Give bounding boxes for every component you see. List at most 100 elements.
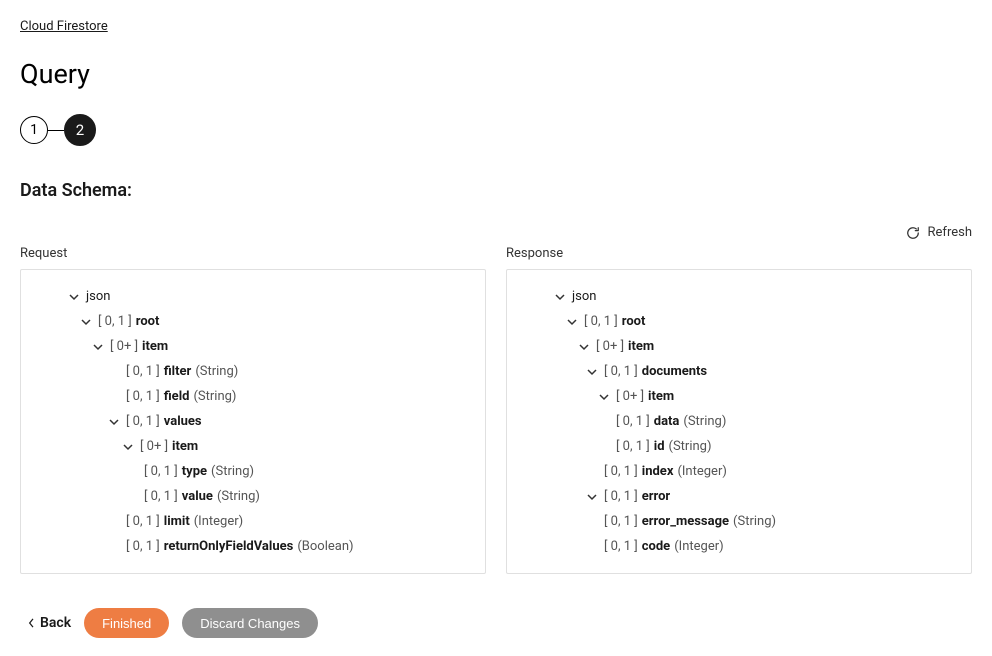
node-cardinality: [ 0, 1 ] [604,515,638,528]
step-1[interactable]: 1 [20,116,48,144]
node-name: value [182,490,213,503]
footer: Back Finished Discard Changes [20,608,972,638]
chevron-down-icon [553,290,567,304]
chevron-down-icon [565,315,579,329]
chevron-down-icon [91,340,105,354]
tree-node-index[interactable]: [ 0, 1 ] index (Integer) [517,459,961,484]
node-name: data [654,415,680,428]
node-cardinality: [ 0+ ] [140,440,168,453]
node-cardinality: [ 0, 1 ] [604,365,638,378]
back-button[interactable]: Back [20,615,71,631]
tree-node-root[interactable]: [ 0, 1 ] root [517,309,961,334]
node-cardinality: [ 0, 1 ] [126,540,160,553]
node-cardinality: [ 0, 1 ] [144,490,178,503]
node-cardinality: [ 0, 1 ] [126,515,160,528]
step-2[interactable]: 2 [64,114,96,146]
tree-node-value[interactable]: [ 0, 1 ] value (String) [31,484,475,509]
node-name: error [642,490,670,503]
node-label: json [572,290,596,303]
node-type: (String) [683,415,726,428]
node-type: (String) [211,465,254,478]
step-connector [48,130,64,131]
node-cardinality: [ 0, 1 ] [144,465,178,478]
node-name: type [182,465,207,478]
tree-node-returnonly[interactable]: [ 0, 1 ] returnOnlyFieldValues (Boolean) [31,534,475,559]
section-heading: Data Schema: [20,180,972,201]
node-cardinality: [ 0, 1 ] [126,390,160,403]
response-panel: json [ 0, 1 ] root [ 0+ ] item [ 0, 1 ] … [506,269,972,574]
tree-node-error-message[interactable]: [ 0, 1 ] error_message (String) [517,509,961,534]
node-name: item [172,440,198,453]
chevron-down-icon [67,290,81,304]
tree-node-field[interactable]: [ 0, 1 ] field (String) [31,384,475,409]
node-cardinality: [ 0, 1 ] [126,365,160,378]
tree-node-id[interactable]: [ 0, 1 ] id (String) [517,434,961,459]
node-name: id [654,440,665,453]
node-name: error_message [642,515,729,528]
node-cardinality: [ 0, 1 ] [604,490,638,503]
node-name: root [622,315,646,328]
node-type: (String) [733,515,776,528]
node-name: field [164,390,190,403]
request-tree: json [ 0, 1 ] root [ 0+ ] item [ 0, 1 ] … [31,284,475,559]
chevron-down-icon [585,365,599,379]
tree-node-json[interactable]: json [31,284,475,309]
response-column: Response json [ 0, 1 ] root [ 0+ ] item [506,246,972,574]
tree-node-documents[interactable]: [ 0, 1 ] documents [517,359,961,384]
node-cardinality: [ 0, 1 ] [98,315,132,328]
node-cardinality: [ 0, 1 ] [616,415,650,428]
tree-node-values-item[interactable]: [ 0+ ] item [31,434,475,459]
request-column: Request json [ 0, 1 ] root [ 0+ ] item [20,246,486,574]
node-cardinality: [ 0, 1 ] [584,315,618,328]
node-label: json [86,290,110,303]
node-name: index [642,465,674,478]
discard-button[interactable]: Discard Changes [182,608,318,638]
node-name: code [642,540,670,553]
chevron-left-icon [28,618,36,628]
page-title: Query [20,58,972,90]
node-cardinality: [ 0+ ] [110,340,138,353]
node-name: returnOnlyFieldValues [164,540,294,553]
refresh-label: Refresh [928,225,972,240]
node-name: filter [164,365,192,378]
node-type: (String) [193,390,236,403]
node-name: root [136,315,160,328]
node-name: limit [164,515,190,528]
node-type: (String) [195,365,238,378]
back-label: Back [40,615,71,631]
tree-node-item[interactable]: [ 0+ ] item [517,334,961,359]
finished-button[interactable]: Finished [84,608,169,638]
refresh-button[interactable]: Refresh [20,225,972,240]
tree-node-json[interactable]: json [517,284,961,309]
tree-node-limit[interactable]: [ 0, 1 ] limit (Integer) [31,509,475,534]
response-tree: json [ 0, 1 ] root [ 0+ ] item [ 0, 1 ] … [517,284,961,559]
response-heading: Response [506,246,972,261]
node-cardinality: [ 0+ ] [616,390,644,403]
node-type: (String) [669,440,712,453]
node-name: item [142,340,168,353]
request-panel: json [ 0, 1 ] root [ 0+ ] item [ 0, 1 ] … [20,269,486,574]
chevron-down-icon [585,490,599,504]
tree-node-data[interactable]: [ 0, 1 ] data (String) [517,409,961,434]
node-type: (Integer) [194,515,243,528]
breadcrumb-link[interactable]: Cloud Firestore [20,19,108,34]
chevron-down-icon [121,440,135,454]
node-type: (Boolean) [297,540,353,553]
node-name: documents [642,365,707,378]
chevron-down-icon [107,415,121,429]
tree-node-documents-item[interactable]: [ 0+ ] item [517,384,961,409]
node-type: (String) [217,490,260,503]
tree-node-type[interactable]: [ 0, 1 ] type (String) [31,459,475,484]
chevron-down-icon [577,340,591,354]
tree-node-filter[interactable]: [ 0, 1 ] filter (String) [31,359,475,384]
tree-node-item[interactable]: [ 0+ ] item [31,334,475,359]
tree-node-root[interactable]: [ 0, 1 ] root [31,309,475,334]
tree-node-code[interactable]: [ 0, 1 ] code (Integer) [517,534,961,559]
request-heading: Request [20,246,486,261]
tree-node-error[interactable]: [ 0, 1 ] error [517,484,961,509]
node-name: item [648,390,674,403]
chevron-down-icon [597,390,611,404]
node-cardinality: [ 0+ ] [596,340,624,353]
tree-node-values[interactable]: [ 0, 1 ] values [31,409,475,434]
node-cardinality: [ 0, 1 ] [126,415,160,428]
